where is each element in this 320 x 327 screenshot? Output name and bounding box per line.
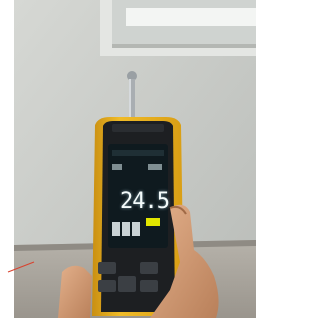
- right-button[interactable]: [140, 262, 158, 274]
- unit-indicator: [146, 218, 160, 226]
- status-bar: [112, 150, 164, 156]
- battery-indicator: [148, 164, 162, 170]
- left-button[interactable]: [98, 262, 116, 274]
- brand-strip: [112, 124, 164, 132]
- scale-bar-1: [112, 222, 120, 236]
- photo-scene: 24.5: [0, 0, 256, 327]
- moisture-meter: [92, 117, 184, 316]
- fingers-left: [58, 265, 92, 318]
- mode-indicator: [112, 164, 122, 170]
- scale-bar-2: [122, 222, 130, 236]
- window-frame: [100, 0, 256, 56]
- meter-reading: 24.5: [120, 189, 170, 214]
- center-button[interactable]: [118, 276, 136, 292]
- lower-left-button[interactable]: [98, 280, 116, 292]
- photo-illustration: [0, 0, 256, 327]
- scale-bar-3: [132, 222, 140, 236]
- lower-right-button[interactable]: [140, 280, 158, 292]
